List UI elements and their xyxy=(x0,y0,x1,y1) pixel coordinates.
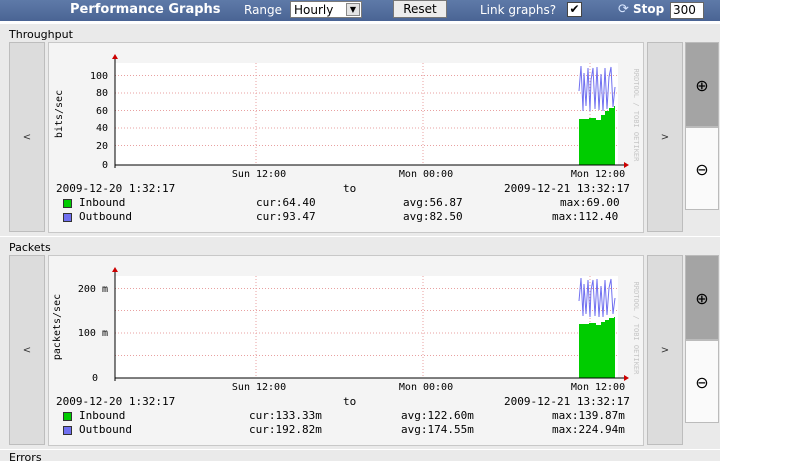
legend-cur: cur:64.40 xyxy=(256,196,316,209)
graph-section-errors: Errors xyxy=(0,450,720,461)
legend-max: max:224.94m xyxy=(552,423,625,436)
legend-row-outbound: Outbound cur:93.47 avg:82.50 max:112.40 xyxy=(49,210,645,224)
section-label: Packets xyxy=(9,241,51,254)
section-label: Throughput xyxy=(9,28,73,41)
legend-name: Inbound xyxy=(79,196,126,209)
section-label: Errors xyxy=(9,451,42,461)
start-time: 2009-12-20 1:32:17 xyxy=(56,395,176,408)
x-tick: Mon 00:00 xyxy=(399,169,453,180)
y-tick: 20 xyxy=(96,141,108,152)
time-range-row: 2009-12-20 1:32:17 to 2009-12-21 13:32:1… xyxy=(49,395,645,409)
stop-button[interactable]: Stop xyxy=(633,2,664,16)
range-label: Range xyxy=(244,3,283,17)
inbound-swatch xyxy=(63,412,72,421)
x-tick: Mon 12:00 xyxy=(571,169,625,180)
next-button[interactable]: > xyxy=(647,42,683,232)
legend-avg: avg:82.50 xyxy=(403,210,463,223)
legend-name: Outbound xyxy=(79,210,132,223)
range-select-value: Hourly xyxy=(294,3,334,17)
zoom-in-button[interactable]: ⊕ xyxy=(685,42,719,127)
legend-max: max:139.87m xyxy=(552,409,625,422)
outbound-swatch xyxy=(63,426,72,435)
chevron-right-icon: > xyxy=(660,345,670,356)
legend-cur: cur:93.47 xyxy=(256,210,316,223)
x-tick: Sun 12:00 xyxy=(232,169,286,180)
y-tick: 100 m xyxy=(78,328,108,339)
chart: 100 80 60 40 20 0 Sun 12:00 Mon 00:00 Mo… xyxy=(54,54,640,180)
zoom-in-button[interactable]: ⊕ xyxy=(685,255,719,340)
legend-avg: avg:56.87 xyxy=(403,196,463,209)
legend-avg: avg:122.60m xyxy=(401,409,474,422)
end-time: 2009-12-21 13:32:17 xyxy=(504,182,630,195)
graph-section-throughput: Throughput < 100 80 60 40 20 0 Sun 12:00… xyxy=(0,24,720,236)
outbound-swatch xyxy=(63,213,72,222)
legend-cur: cur:133.33m xyxy=(249,409,322,422)
to-label: to xyxy=(343,395,357,408)
start-time: 2009-12-20 1:32:17 xyxy=(56,182,176,195)
end-time: 2009-12-21 13:32:17 xyxy=(504,395,630,408)
zoom-in-icon: ⊕ xyxy=(695,289,709,308)
graph-section-packets: Packets < 200 m 100 m 0 Sun 12:00 Mon 00… xyxy=(0,237,720,449)
refresh-icon[interactable]: ⟳ xyxy=(618,2,629,17)
legend-row-inbound: Inbound cur:133.33m avg:122.60m max:139.… xyxy=(49,409,645,423)
y-axis-label: packets/sec xyxy=(52,294,63,360)
graph-panel: 200 m 100 m 0 Sun 12:00 Mon 00:00 Mon 12… xyxy=(48,255,644,446)
inbound-area xyxy=(579,317,615,378)
chevron-down-icon[interactable]: ▼ xyxy=(346,3,360,16)
chart: 200 m 100 m 0 Sun 12:00 Mon 00:00 Mon 12… xyxy=(52,267,640,393)
range-select[interactable]: Hourly ▼ xyxy=(290,1,362,18)
y-tick: 0 xyxy=(92,373,98,384)
toolbar: Performance Graphs Range Hourly ▼ Reset … xyxy=(0,0,720,21)
chevron-left-icon: < xyxy=(22,345,32,356)
prev-button[interactable]: < xyxy=(9,255,45,445)
x-tick: Sun 12:00 xyxy=(232,382,286,393)
legend-name: Inbound xyxy=(79,409,126,422)
y-tick: 100 xyxy=(90,71,108,82)
zoom-in-icon: ⊕ xyxy=(695,76,709,95)
zoom-out-button[interactable]: ⊖ xyxy=(685,127,719,210)
legend-max: max:69.00 xyxy=(560,196,620,209)
x-tick: Mon 12:00 xyxy=(571,382,625,393)
chevron-right-icon: > xyxy=(660,132,670,143)
graph-panel: 100 80 60 40 20 0 Sun 12:00 Mon 00:00 Mo… xyxy=(48,42,644,233)
zoom-out-button[interactable]: ⊖ xyxy=(685,340,719,423)
rrdtool-watermark: RRDTOOL / TOBI OETIKER xyxy=(632,282,640,376)
legend-max: max:112.40 xyxy=(552,210,619,223)
refresh-interval-input[interactable]: 300 xyxy=(670,2,704,19)
legend-avg: avg:174.55m xyxy=(401,423,474,436)
time-range-row: 2009-12-20 1:32:17 to 2009-12-21 13:32:1… xyxy=(49,182,645,196)
legend-row-outbound: Outbound cur:192.82m avg:174.55m max:224… xyxy=(49,423,645,437)
zoom-out-icon: ⊖ xyxy=(695,160,709,179)
y-tick: 40 xyxy=(96,123,108,134)
y-tick: 60 xyxy=(96,106,108,117)
link-graphs-checkbox[interactable]: ✔ xyxy=(567,2,582,17)
reset-button[interactable]: Reset xyxy=(393,0,447,18)
link-graphs-label: Link graphs? xyxy=(480,3,557,17)
inbound-swatch xyxy=(63,199,72,208)
page-title: Performance Graphs xyxy=(70,2,221,17)
y-tick: 0 xyxy=(102,160,108,171)
rrdtool-watermark: RRDTOOL / TOBI OETIKER xyxy=(632,69,640,163)
y-tick: 80 xyxy=(96,88,108,99)
legend-cur: cur:192.82m xyxy=(249,423,322,436)
to-label: to xyxy=(343,182,357,195)
x-tick: Mon 00:00 xyxy=(399,382,453,393)
legend-row-inbound: Inbound cur:64.40 avg:56.87 max:69.00 xyxy=(49,196,645,210)
prev-button[interactable]: < xyxy=(9,42,45,232)
y-axis-label: bits/sec xyxy=(54,90,65,138)
next-button[interactable]: > xyxy=(647,255,683,445)
legend-name: Outbound xyxy=(79,423,132,436)
chevron-left-icon: < xyxy=(22,132,32,143)
y-tick: 200 m xyxy=(78,284,108,295)
zoom-out-icon: ⊖ xyxy=(695,373,709,392)
